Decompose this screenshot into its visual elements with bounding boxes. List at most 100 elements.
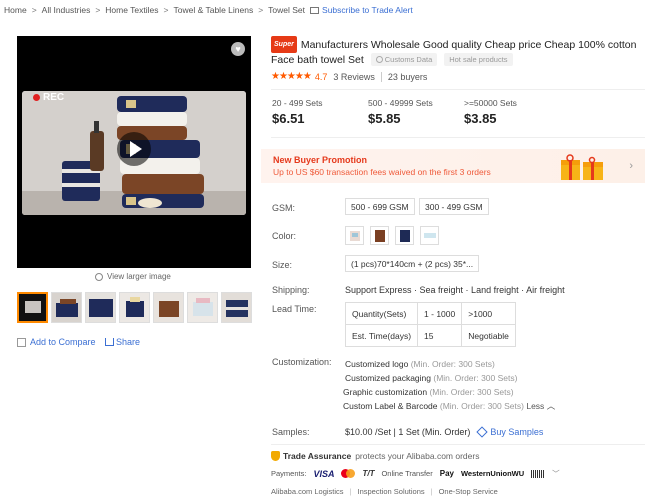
customization-name: Customized packaging <box>345 373 431 383</box>
cube-icon <box>476 426 489 438</box>
gift-box-icon <box>561 154 603 180</box>
breadcrumb: Home > All Industries > Home Textiles > Tow… <box>4 5 413 15</box>
tier-quantity: 500 - 49999 Sets <box>368 98 433 108</box>
super-badge: Super <box>271 36 297 53</box>
breadcrumb-all-industries[interactable]: All Industries <box>42 5 91 15</box>
breadcrumb-towel-table-linens[interactable]: Towel & Table Linens <box>174 5 254 15</box>
customization-item: Custom Label & Barcode (Min. Order: 300 … <box>343 399 555 413</box>
gsm-label: GSM: <box>272 203 296 213</box>
customization-name: Graphic customization <box>343 387 428 397</box>
divider <box>271 89 645 90</box>
play-icon[interactable] <box>117 132 151 166</box>
color-swatch[interactable] <box>345 226 364 245</box>
table-row: Est. Time(days) 15 Negotiable <box>344 324 516 347</box>
customization-moq: (Min. Order: 300 Sets) <box>410 359 495 369</box>
chevron-up-icon: ︿ <box>546 401 556 411</box>
lead-time-table: Quantity(Sets) 1 - 1000 >1000 Est. Time(… <box>344 302 516 347</box>
divider <box>380 71 382 82</box>
tier-quantity: 20 - 499 Sets <box>272 98 323 108</box>
trade-assurance-subtitle: protects your Alibaba.com orders <box>355 451 480 461</box>
samples-label: Samples: <box>272 427 310 437</box>
thumbnail-image[interactable] <box>119 292 150 323</box>
add-to-compare-label: Add to Compare <box>30 337 96 347</box>
samples-row: $10.00 /Set | 1 Set (Min. Order) Buy Sam… <box>345 426 544 438</box>
thumbnail-image[interactable] <box>51 292 82 323</box>
view-larger-image-link[interactable]: View larger image <box>95 272 171 281</box>
divider: | <box>349 487 352 496</box>
reviews-link[interactable]: 3 Reviews <box>333 72 375 82</box>
trade-assurance-title: Trade Assurance <box>283 451 352 461</box>
lead-time-label: Lead Time: <box>272 304 317 314</box>
mastercard-icon <box>341 469 356 478</box>
rec-indicator: REC <box>33 92 64 103</box>
customization-item: Customized packaging (Min. Order: 300 Se… <box>343 371 555 385</box>
color-swatches <box>345 226 439 245</box>
rating-stars-icon: ★★★★★ <box>271 71 312 82</box>
table-row: Quantity(Sets) 1 - 1000 >1000 <box>344 302 516 325</box>
service-link[interactable]: One-Stop Service <box>439 487 498 496</box>
less-toggle[interactable]: Less ︿ <box>526 401 555 411</box>
buyers-count: 23 buyers <box>387 71 428 82</box>
table-cell: 15 <box>417 324 463 347</box>
add-to-compare[interactable]: Add to Compare <box>17 337 96 347</box>
gsm-option[interactable]: 300 - 499 GSM <box>419 198 489 215</box>
customs-data-chip[interactable]: Customs Data <box>370 53 438 66</box>
table-cell: Negotiable <box>461 324 516 347</box>
visa-icon: VISA <box>313 468 335 479</box>
chevron-down-icon[interactable]: ﹀ <box>552 468 560 479</box>
shipping-methods: Support Express · Sea freight · Land fre… <box>345 285 565 295</box>
buy-samples-label: Buy Samples <box>490 427 544 437</box>
tier-quantity: >=50000 Sets <box>464 98 517 108</box>
divider <box>271 137 645 138</box>
size-option[interactable]: (1 pcs)70*140cm + (2 pcs) 35*... <box>345 255 480 272</box>
service-link[interactable]: Inspection Solutions <box>358 487 425 496</box>
online-transfer-icon: Online Transfer <box>381 469 433 478</box>
promo-text: Up to US $60 transaction fees waived on … <box>273 167 491 177</box>
thumbnail-image[interactable] <box>221 292 252 323</box>
thumbnail-image[interactable] <box>85 292 116 323</box>
rating-row: ★★★★★ 4.7 3 Reviews 23 buyers <box>271 71 427 82</box>
color-swatch[interactable] <box>420 226 439 245</box>
size-label: Size: <box>272 260 293 270</box>
view-larger-label: View larger image <box>107 272 171 281</box>
compare-checkbox[interactable] <box>17 337 26 347</box>
product-title: Super Manufacturers Wholesale Good qualit… <box>271 36 641 68</box>
gsm-option[interactable]: 500 - 699 GSM <box>345 198 415 215</box>
service-link[interactable]: Alibaba.com Logistics <box>271 487 344 496</box>
breadcrumb-towel-set[interactable]: Towel Set <box>268 5 305 15</box>
shipping-label: Shipping: <box>272 285 310 295</box>
tier-price: $3.85 <box>464 111 497 126</box>
thumbnail-image[interactable] <box>187 292 218 323</box>
new-buyer-promotion-banner[interactable]: New Buyer Promotion Up to US $60 transac… <box>261 149 645 183</box>
hot-sale-chip[interactable]: Hot sale products <box>444 53 513 66</box>
breadcrumb-home-textiles[interactable]: Home Textiles <box>105 5 158 15</box>
customization-item: Customized logo (Min. Order: 300 Sets) <box>343 357 555 371</box>
trade-assurance[interactable]: Trade Assurance protects your Alibaba.co… <box>271 451 479 461</box>
customization-label: Customization: <box>272 357 332 367</box>
chevron-right-icon: › <box>629 160 633 172</box>
customs-icon <box>375 56 383 63</box>
promo-title: New Buyer Promotion <box>273 155 368 165</box>
share-link[interactable]: Share <box>105 337 140 347</box>
thumbnail-image[interactable] <box>153 292 184 323</box>
color-label: Color: <box>272 231 297 241</box>
tt-icon: T/T <box>362 469 375 478</box>
subscribe-trade-alert-link[interactable]: Subscribe to Trade Alert <box>305 5 413 15</box>
color-swatch[interactable] <box>370 226 389 245</box>
favorite-heart-icon[interactable]: ♥ <box>231 42 245 56</box>
thumbnail-strip <box>17 292 252 323</box>
share-icon <box>105 338 114 346</box>
breadcrumb-home[interactable]: Home <box>4 5 27 15</box>
rating-score: 4.7 <box>314 71 328 82</box>
customization-item: Graphic customization (Min. Order: 300 S… <box>343 385 555 399</box>
color-swatch[interactable] <box>395 226 414 245</box>
price-tier: 20 - 499 Sets $6.51 <box>272 98 368 126</box>
table-cell: Est. Time(days) <box>344 324 419 347</box>
product-video[interactable]: ♥ REC <box>17 36 251 268</box>
customization-moq: (Min. Order: 300 Sets) <box>433 373 518 383</box>
buy-samples-link[interactable]: Buy Samples <box>476 426 544 438</box>
record-dot-icon <box>33 94 40 101</box>
share-label: Share <box>116 337 141 347</box>
thumbnail-video[interactable] <box>17 292 48 323</box>
less-label: Less <box>526 401 545 411</box>
